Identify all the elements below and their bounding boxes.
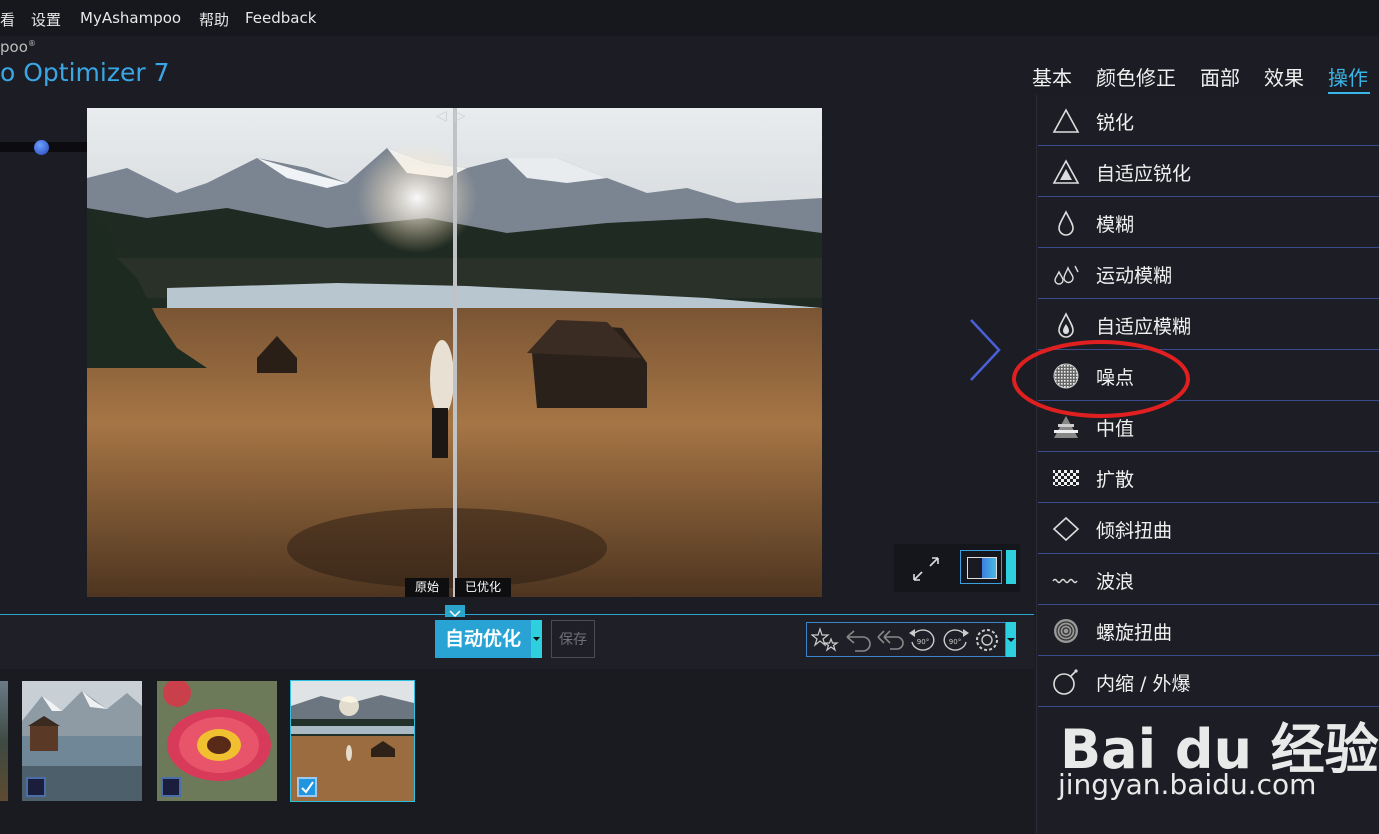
op-shear[interactable]: 倾斜扭曲 [1038,503,1379,554]
motion-drops-icon [1052,260,1080,288]
drop-filled-icon [1052,311,1080,339]
app-title: o Optimizer 7 [0,58,170,87]
tab-face[interactable]: 面部 [1200,62,1240,91]
auto-optimize-button[interactable]: 自动优化 [435,620,531,658]
save-button[interactable]: 保存 [551,620,595,658]
op-label: 波浪 [1096,571,1135,593]
tab-basic[interactable]: 基本 [1032,62,1072,91]
label-optimized: 已优化 [455,578,512,597]
undo-icon[interactable] [843,627,873,653]
tab-effects[interactable]: 效果 [1264,62,1304,91]
op-label: 倾斜扭曲 [1096,520,1173,542]
compare-split-handle[interactable] [453,108,457,597]
op-label: 内缩 / 外爆 [1096,673,1191,695]
spiral-icon [1052,617,1080,645]
menu-view[interactable]: 看 [0,9,15,30]
active-tab-indicator [1328,92,1370,94]
tab-operations[interactable]: 操作 [1328,62,1368,91]
rotate-left-90-icon[interactable]: 90° [907,627,939,653]
thumbnail-red-flower[interactable] [157,681,277,801]
bomb-icon [1052,668,1080,696]
op-label: 自适应模糊 [1096,316,1192,338]
auto-optimize-dropdown[interactable] [531,620,542,658]
triangle-filled-icon [1052,158,1080,186]
drop-icon [1052,209,1080,237]
settings-gear-icon[interactable] [973,627,1001,653]
toolbar-divider [0,614,1034,615]
compare-mode-dropdown[interactable] [1006,550,1016,584]
triangle-outline-icon [1052,107,1080,135]
op-pinch-explode[interactable]: 内缩 / 外爆 [1038,656,1379,707]
op-label: 扩散 [1096,469,1135,491]
watermark-url: jingyan.baidu.com [1058,768,1317,801]
menu-bar: 看 设置 MyAshampoo 帮助 Feedback [0,0,1379,36]
compare-mode-button[interactable] [960,550,1002,584]
op-label: 模糊 [1096,214,1135,236]
op-swirl[interactable]: 螺旋扭曲 [1038,605,1379,656]
filmstrip [0,669,1034,834]
zoom-slider-knob[interactable] [34,140,49,155]
diamond-icon [1052,515,1080,543]
menu-help[interactable]: 帮助 [199,9,229,30]
label-original: 原始 [405,578,450,597]
thumbnail-checkbox-checked[interactable] [297,777,317,797]
view-tools [894,544,1020,592]
annotation-circle [1012,340,1190,418]
menu-feedback[interactable]: Feedback [245,9,316,27]
rotate-right-90-icon[interactable]: 90° [939,627,971,653]
op-label: 运动模糊 [1096,265,1173,287]
rotate-right-label: 90° [949,638,961,646]
op-wave[interactable]: 波浪 [1038,554,1379,605]
op-sharpen[interactable]: 锐化 [1038,95,1379,146]
rotate-left-label: 90° [917,638,929,646]
collapse-toggle-icon[interactable] [445,605,465,618]
magic-stars-icon[interactable] [811,627,839,653]
fullscreen-icon[interactable] [912,556,940,582]
thumbnail-partial[interactable] [0,681,8,801]
op-label: 锐化 [1096,112,1135,134]
undo-all-icon[interactable] [875,627,907,653]
menu-settings[interactable]: 设置 [31,9,61,30]
tab-color-correction[interactable]: 颜色修正 [1096,62,1176,91]
split-view-icon [967,557,997,579]
thumbnail-lake-mountains[interactable] [22,681,142,801]
edit-tools-group: 90° 90° [806,622,1006,657]
op-label: 螺旋扭曲 [1096,622,1173,644]
edit-tools-dropdown[interactable] [1006,622,1016,657]
op-label: 自适应锐化 [1096,163,1192,185]
op-motion-blur[interactable]: 运动模糊 [1038,248,1379,299]
split-arrows-icon[interactable]: ◁▷ [436,108,474,124]
menu-myashampoo[interactable]: MyAshampoo [80,9,181,27]
thumbnail-checkbox[interactable] [26,777,46,797]
next-image-arrow-icon[interactable] [965,318,1005,382]
brand-name: poo® [0,38,36,56]
wave-icon [1052,566,1080,594]
thumbnail-checkbox[interactable] [161,777,181,797]
checker-icon [1052,464,1080,492]
op-blur[interactable]: 模糊 [1038,197,1379,248]
op-diffuse[interactable]: 扩散 [1038,452,1379,503]
op-adaptive-sharpen[interactable]: 自适应锐化 [1038,146,1379,197]
thumbnail-meadow-woman[interactable] [290,680,415,802]
